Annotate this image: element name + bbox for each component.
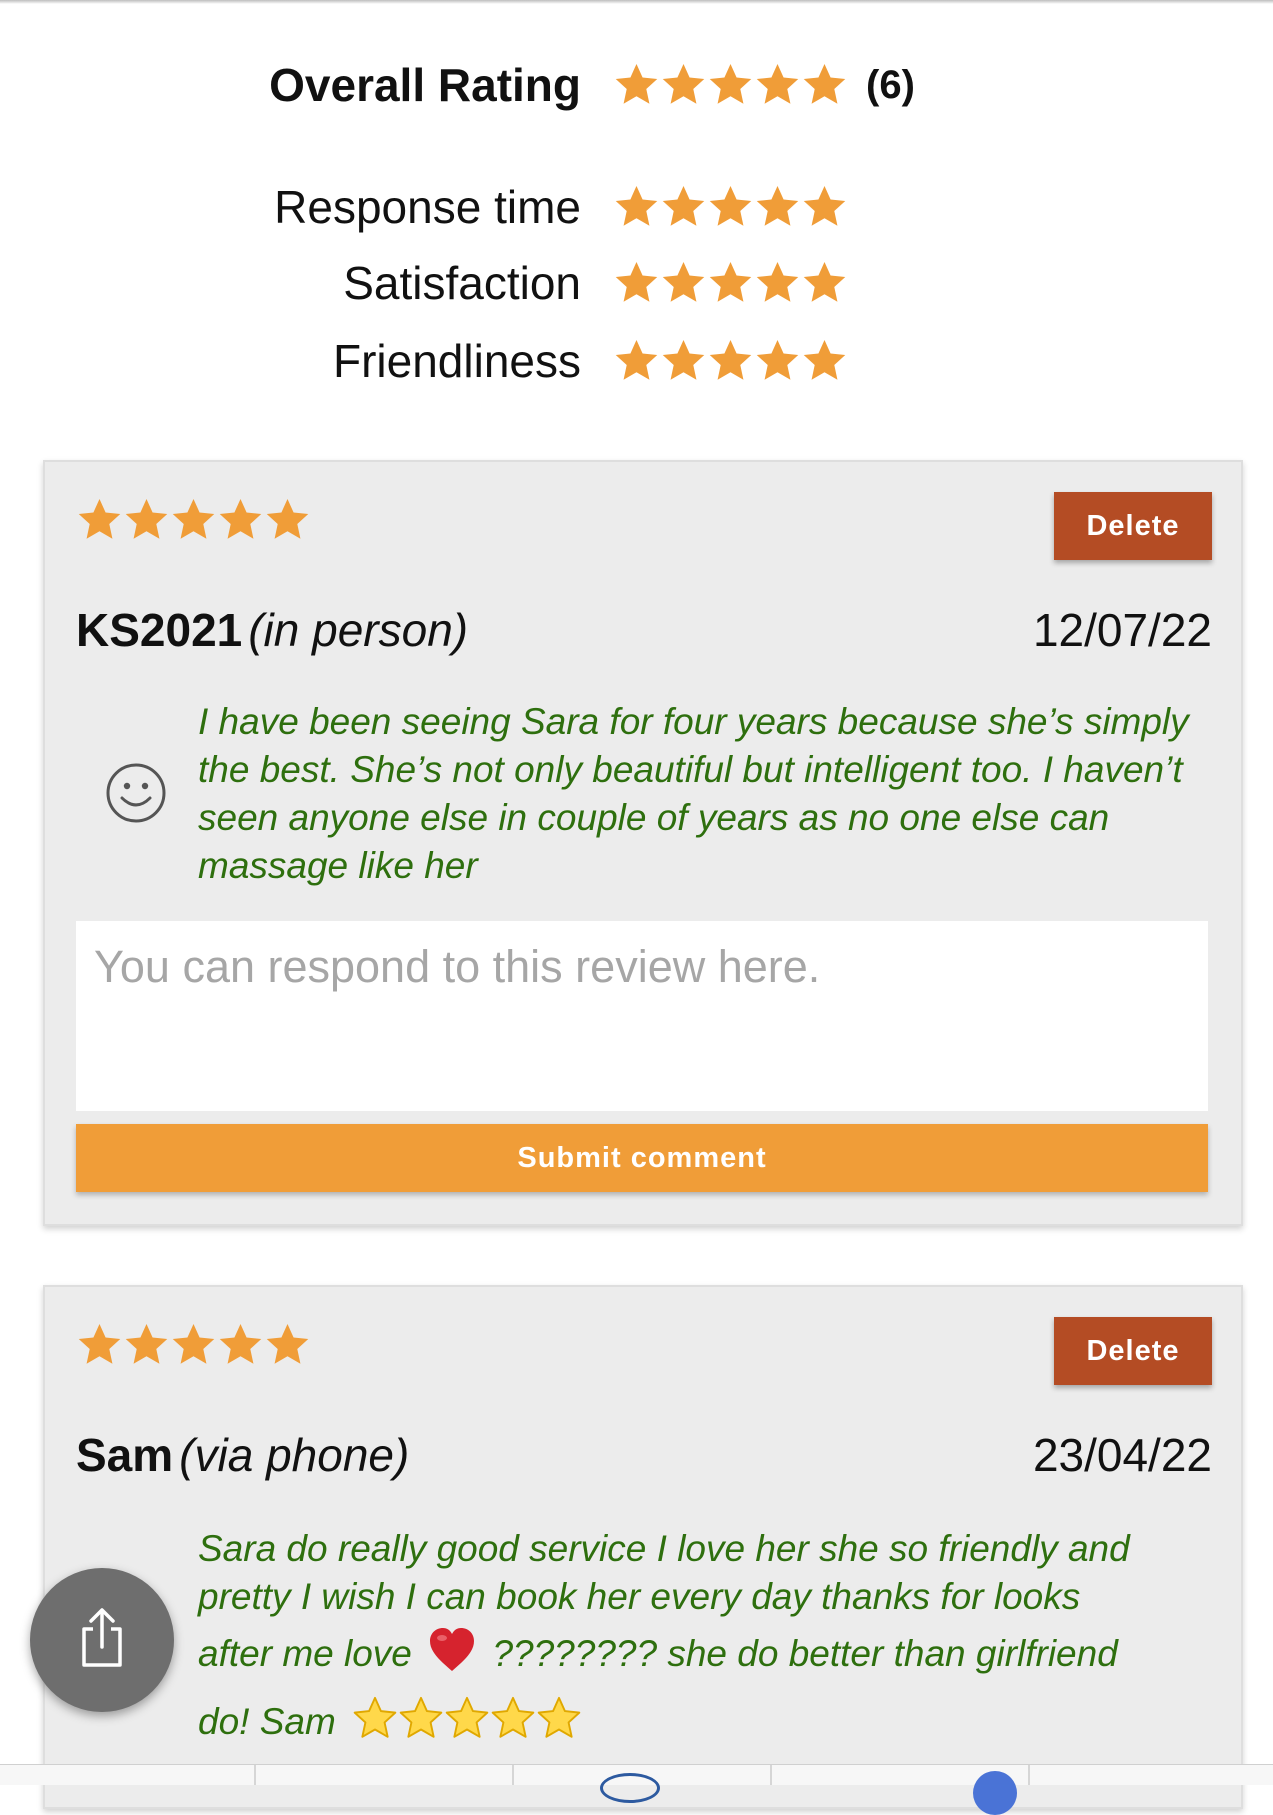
tab-divider bbox=[770, 1765, 772, 1785]
star-icon bbox=[266, 498, 309, 539]
star-icon bbox=[709, 261, 752, 302]
review-date: 12/07/22 bbox=[1032, 604, 1212, 656]
tab-icon[interactable] bbox=[600, 1773, 660, 1803]
review-stars bbox=[76, 1321, 311, 1368]
reviewer-name: Sam bbox=[76, 1429, 174, 1481]
criterion-stars bbox=[613, 259, 848, 306]
star-icon bbox=[709, 185, 752, 226]
star-icon bbox=[803, 185, 846, 226]
star-icon bbox=[219, 498, 262, 539]
star-icon bbox=[662, 63, 705, 104]
star-emoji-icons bbox=[352, 1695, 582, 1753]
star-icon bbox=[78, 498, 121, 539]
review-date: 23/04/22 bbox=[1032, 1429, 1212, 1481]
star-emoji-icon bbox=[399, 1696, 443, 1738]
review-text: I have been seeing Sara for four years b… bbox=[198, 701, 1189, 886]
star-icon bbox=[662, 185, 705, 226]
criterion-row-response-time: Response time bbox=[0, 177, 1273, 237]
star-icon bbox=[266, 1323, 309, 1364]
star-icon bbox=[803, 261, 846, 302]
review-text-line-with-stars: do! Sam bbox=[198, 1695, 1208, 1753]
review-card: Delete KS2021 (in person) 12/07/22 I have… bbox=[43, 460, 1243, 1226]
review-text-fragment: ???????? she do better than girlfriend bbox=[492, 1632, 1118, 1674]
overall-rating-count: (6) bbox=[866, 63, 915, 107]
submit-comment-button[interactable]: Submit comment bbox=[76, 1124, 1208, 1192]
review-method: (in person) bbox=[248, 604, 469, 656]
star-emoji-icon bbox=[537, 1696, 581, 1738]
star-icon bbox=[615, 261, 658, 302]
review-text-line-with-heart: after me love ???????? she do better tha… bbox=[198, 1627, 1208, 1685]
star-icon bbox=[709, 339, 752, 380]
star-emoji-icon bbox=[491, 1696, 535, 1738]
criterion-row-friendliness: Friendliness bbox=[0, 331, 1273, 391]
tab-divider bbox=[254, 1765, 256, 1785]
share-icon bbox=[76, 1607, 128, 1674]
criterion-stars bbox=[613, 337, 848, 384]
star-icon bbox=[615, 63, 658, 104]
delete-button[interactable]: Delete bbox=[1054, 1317, 1212, 1385]
review-method: (via phone) bbox=[179, 1429, 410, 1481]
star-icon bbox=[172, 498, 215, 539]
star-icon bbox=[78, 1323, 121, 1364]
star-icon bbox=[172, 1323, 215, 1364]
tab-divider bbox=[512, 1765, 514, 1785]
star-icon bbox=[125, 1323, 168, 1364]
reviewer: Sam (via phone) bbox=[76, 1427, 409, 1483]
star-icon bbox=[709, 63, 752, 104]
star-icon bbox=[756, 339, 799, 380]
star-icon bbox=[756, 185, 799, 226]
review-text-fragment: after me love bbox=[198, 1632, 412, 1674]
review-response-input[interactable] bbox=[76, 921, 1208, 1111]
star-icon bbox=[803, 339, 846, 380]
criterion-stars bbox=[613, 183, 848, 230]
top-shadow bbox=[0, 0, 1273, 4]
tab-icon[interactable] bbox=[973, 1771, 1017, 1815]
review-stars bbox=[76, 496, 311, 543]
star-icon bbox=[662, 339, 705, 380]
smiley-icon bbox=[105, 762, 167, 829]
tab-divider bbox=[1028, 1765, 1030, 1785]
star-icon bbox=[756, 261, 799, 302]
star-icon bbox=[615, 185, 658, 226]
reviewer-name: KS2021 bbox=[76, 604, 243, 656]
criterion-label: Satisfaction bbox=[343, 257, 581, 309]
overall-rating-row: Overall Rating (6) bbox=[0, 55, 1273, 115]
star-icon bbox=[615, 339, 658, 380]
review-text-line: pretty I wish I can book her every day t… bbox=[198, 1576, 1081, 1617]
review-text: Sara do really good service I love her s… bbox=[198, 1525, 1208, 1753]
bottom-tab-bar bbox=[0, 1764, 1273, 1815]
star-icon bbox=[803, 63, 846, 104]
review-card: Delete Sam (via phone) 23/04/22 Sara do r… bbox=[43, 1285, 1243, 1809]
star-icon bbox=[125, 498, 168, 539]
share-button[interactable] bbox=[30, 1568, 174, 1712]
star-emoji-icon bbox=[353, 1696, 397, 1738]
delete-button[interactable]: Delete bbox=[1054, 492, 1212, 560]
criterion-label: Response time bbox=[274, 181, 581, 233]
star-icon bbox=[662, 261, 705, 302]
overall-rating-stars bbox=[613, 61, 848, 108]
overall-rating-label: Overall Rating bbox=[269, 59, 581, 111]
star-icon bbox=[219, 1323, 262, 1364]
reviewer: KS2021 (in person) bbox=[76, 602, 468, 658]
criterion-row-satisfaction: Satisfaction bbox=[0, 253, 1273, 313]
criterion-label: Friendliness bbox=[333, 335, 581, 387]
heart-icon bbox=[428, 1627, 476, 1685]
review-text-fragment: do! Sam bbox=[198, 1700, 336, 1742]
star-icon bbox=[756, 63, 799, 104]
star-emoji-icon bbox=[445, 1696, 489, 1738]
review-text-line: Sara do really good service I love her s… bbox=[198, 1528, 1130, 1569]
